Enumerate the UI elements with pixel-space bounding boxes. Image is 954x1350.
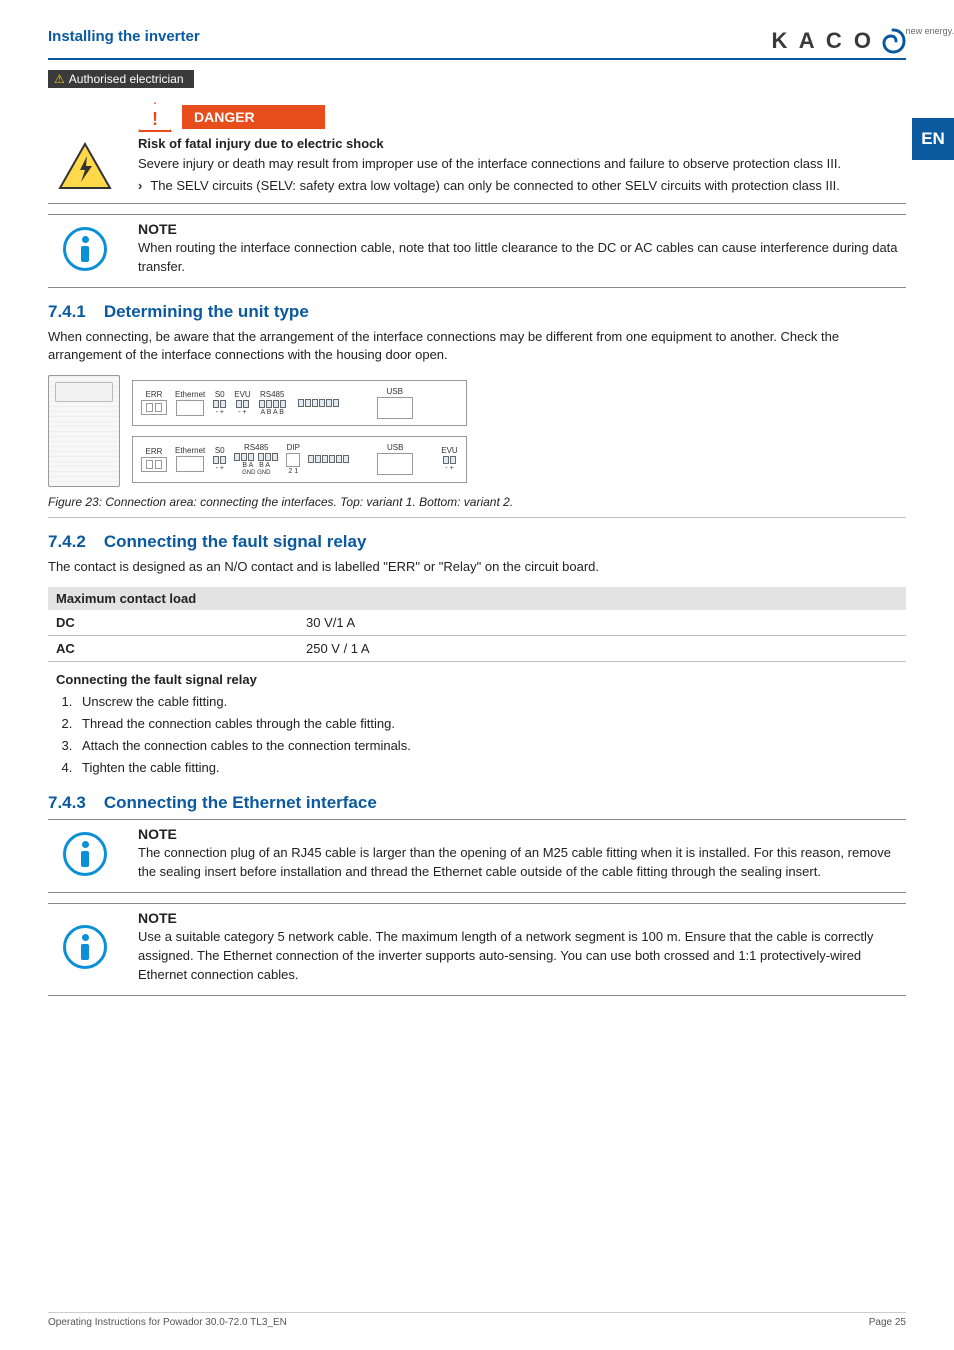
note-text: When routing the interface connection ca… bbox=[138, 239, 906, 277]
authorised-electrician-badge: ⚠ Authorised electrician bbox=[48, 70, 194, 88]
table-row: DC 30 V/1 A bbox=[48, 610, 906, 636]
heading-742: 7.4.2 Connecting the fault signal relay bbox=[48, 532, 906, 552]
swirl-icon bbox=[880, 28, 906, 54]
list-item: Tighten the cable fitting. bbox=[76, 757, 906, 779]
danger-heading: Risk of fatal injury due to electric sho… bbox=[138, 136, 906, 151]
electric-shock-icon bbox=[58, 142, 112, 190]
auth-badge-label: Authorised electrician bbox=[69, 72, 184, 86]
procedure-heading: Connecting the fault signal relay bbox=[56, 672, 906, 687]
section-title: Installing the inverter bbox=[48, 28, 200, 45]
para-741: When connecting, be aware that the arran… bbox=[48, 328, 906, 366]
warning-triangle-icon: ⚠ bbox=[54, 72, 65, 86]
table-row: AC 250 V / 1 A bbox=[48, 636, 906, 662]
footer-right: Page 25 bbox=[869, 1317, 906, 1328]
heading-741: 7.4.1 Determining the unit type bbox=[48, 302, 906, 322]
danger-bullet: The SELV circuits (SELV: safety extra lo… bbox=[138, 178, 906, 193]
danger-label: DANGER bbox=[182, 105, 325, 129]
info-icon bbox=[63, 227, 107, 271]
logo-text: K A C O bbox=[772, 28, 874, 54]
para-742: The contact is designed as an N/O contac… bbox=[48, 558, 906, 577]
note-title: NOTE bbox=[138, 910, 906, 926]
danger-triangle-icon: ! bbox=[138, 102, 172, 132]
cell-ac-label: AC bbox=[56, 641, 306, 656]
figure-caption: Figure 23: Connection area: connecting t… bbox=[48, 495, 906, 509]
cell-dc-value: 30 V/1 A bbox=[306, 615, 898, 630]
danger-paragraph: Severe injury or death may result from i… bbox=[138, 155, 906, 174]
brand-logo: K A C O new energy. bbox=[772, 28, 906, 54]
note-title: NOTE bbox=[138, 826, 906, 842]
header-rule bbox=[48, 58, 906, 60]
list-item: Unscrew the cable fitting. bbox=[76, 691, 906, 713]
page-footer: Operating Instructions for Powador 30.0-… bbox=[48, 1312, 906, 1328]
list-item: Attach the connection cables to the conn… bbox=[76, 735, 906, 757]
info-icon bbox=[63, 925, 107, 969]
board-variant-2: ERR Ethernet S0- + RS485 B A B A GND GND… bbox=[132, 436, 467, 483]
cell-ac-value: 250 V / 1 A bbox=[306, 641, 898, 656]
note-text: Use a suitable category 5 network cable.… bbox=[138, 928, 906, 985]
footer-left: Operating Instructions for Powador 30.0-… bbox=[48, 1317, 287, 1328]
note-title: NOTE bbox=[138, 221, 906, 237]
table-header: Maximum contact load bbox=[48, 587, 906, 610]
board-variant-1: ERR Ethernet S0- + EVU- + RS485A B A B U… bbox=[132, 380, 467, 426]
list-item: Thread the connection cables through the… bbox=[76, 713, 906, 735]
inverter-sketch-icon bbox=[48, 375, 120, 487]
procedure-list: Unscrew the cable fitting. Thread the co… bbox=[76, 691, 906, 779]
note-text: The connection plug of an RJ45 cable is … bbox=[138, 844, 906, 882]
divider bbox=[48, 517, 906, 518]
cell-dc-label: DC bbox=[56, 615, 306, 630]
info-icon bbox=[63, 832, 107, 876]
figure-23: ERR Ethernet S0- + EVU- + RS485A B A B U… bbox=[48, 375, 906, 487]
language-tab: EN bbox=[912, 118, 954, 160]
heading-743: 7.4.3 Connecting the Ethernet interface bbox=[48, 793, 906, 813]
logo-subtext: new energy. bbox=[906, 26, 954, 36]
